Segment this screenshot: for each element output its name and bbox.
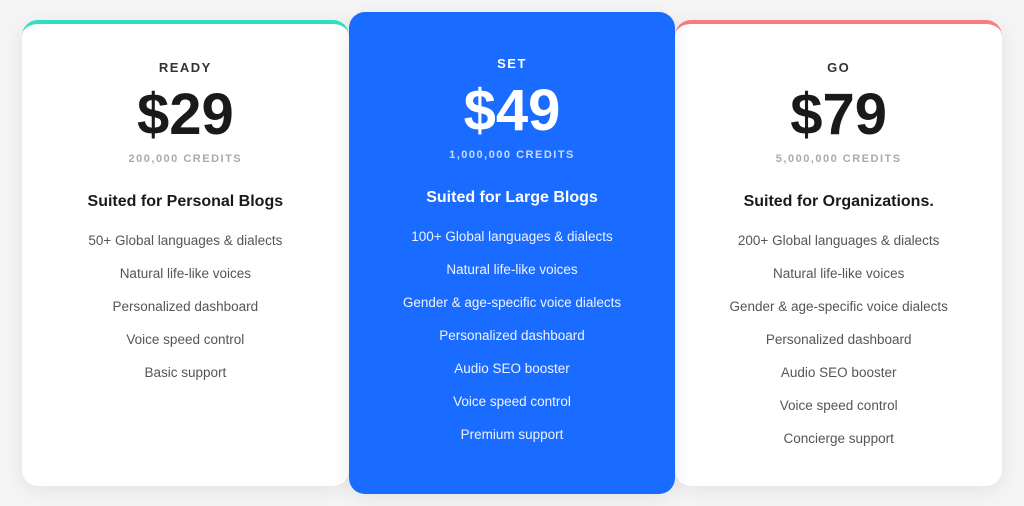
feature-item: 50+ Global languages & dialects: [54, 229, 317, 252]
plan-card-set: SET $49 1,000,000 CREDITS Suited for Lar…: [349, 12, 676, 494]
feature-item: Voice speed control: [381, 390, 644, 413]
feature-item: Concierge support: [707, 427, 970, 450]
feature-item: Basic support: [54, 361, 317, 384]
features-list: 50+ Global languages & dialects Natural …: [54, 229, 317, 384]
plan-price: $49: [381, 79, 644, 143]
feature-item: Gender & age-specific voice dialects: [707, 295, 970, 318]
feature-item: Personalized dashboard: [381, 324, 644, 347]
plan-name: SET: [381, 56, 644, 71]
feature-item: Personalized dashboard: [54, 295, 317, 318]
features-list: 100+ Global languages & dialects Natural…: [381, 225, 644, 446]
plan-tagline: Suited for Large Blogs: [381, 189, 644, 207]
plan-card-go: GO $79 5,000,000 CREDITS Suited for Orga…: [675, 20, 1002, 486]
plan-card-ready: READY $29 200,000 CREDITS Suited for Per…: [22, 20, 349, 486]
feature-item: Natural life-like voices: [54, 262, 317, 285]
plan-price: $79: [707, 83, 970, 147]
feature-item: Audio SEO booster: [707, 361, 970, 384]
feature-item: Voice speed control: [54, 328, 317, 351]
feature-item: 200+ Global languages & dialects: [707, 229, 970, 252]
features-list: 200+ Global languages & dialects Natural…: [707, 229, 970, 450]
pricing-container: READY $29 200,000 CREDITS Suited for Per…: [22, 20, 1002, 486]
feature-item: Gender & age-specific voice dialects: [381, 291, 644, 314]
plan-name: GO: [707, 60, 970, 75]
feature-item: Personalized dashboard: [707, 328, 970, 351]
plan-name: READY: [54, 60, 317, 75]
plan-price: $29: [54, 83, 317, 147]
feature-item: Natural life-like voices: [381, 258, 644, 281]
plan-tagline: Suited for Personal Blogs: [54, 193, 317, 211]
plan-tagline: Suited for Organizations.: [707, 193, 970, 211]
feature-item: Voice speed control: [707, 394, 970, 417]
feature-item: Premium support: [381, 423, 644, 446]
feature-item: Natural life-like voices: [707, 262, 970, 285]
feature-item: 100+ Global languages & dialects: [381, 225, 644, 248]
plan-credits: 1,000,000 CREDITS: [381, 149, 644, 161]
plan-credits: 5,000,000 CREDITS: [707, 153, 970, 165]
feature-item: Audio SEO booster: [381, 357, 644, 380]
plan-credits: 200,000 CREDITS: [54, 153, 317, 165]
